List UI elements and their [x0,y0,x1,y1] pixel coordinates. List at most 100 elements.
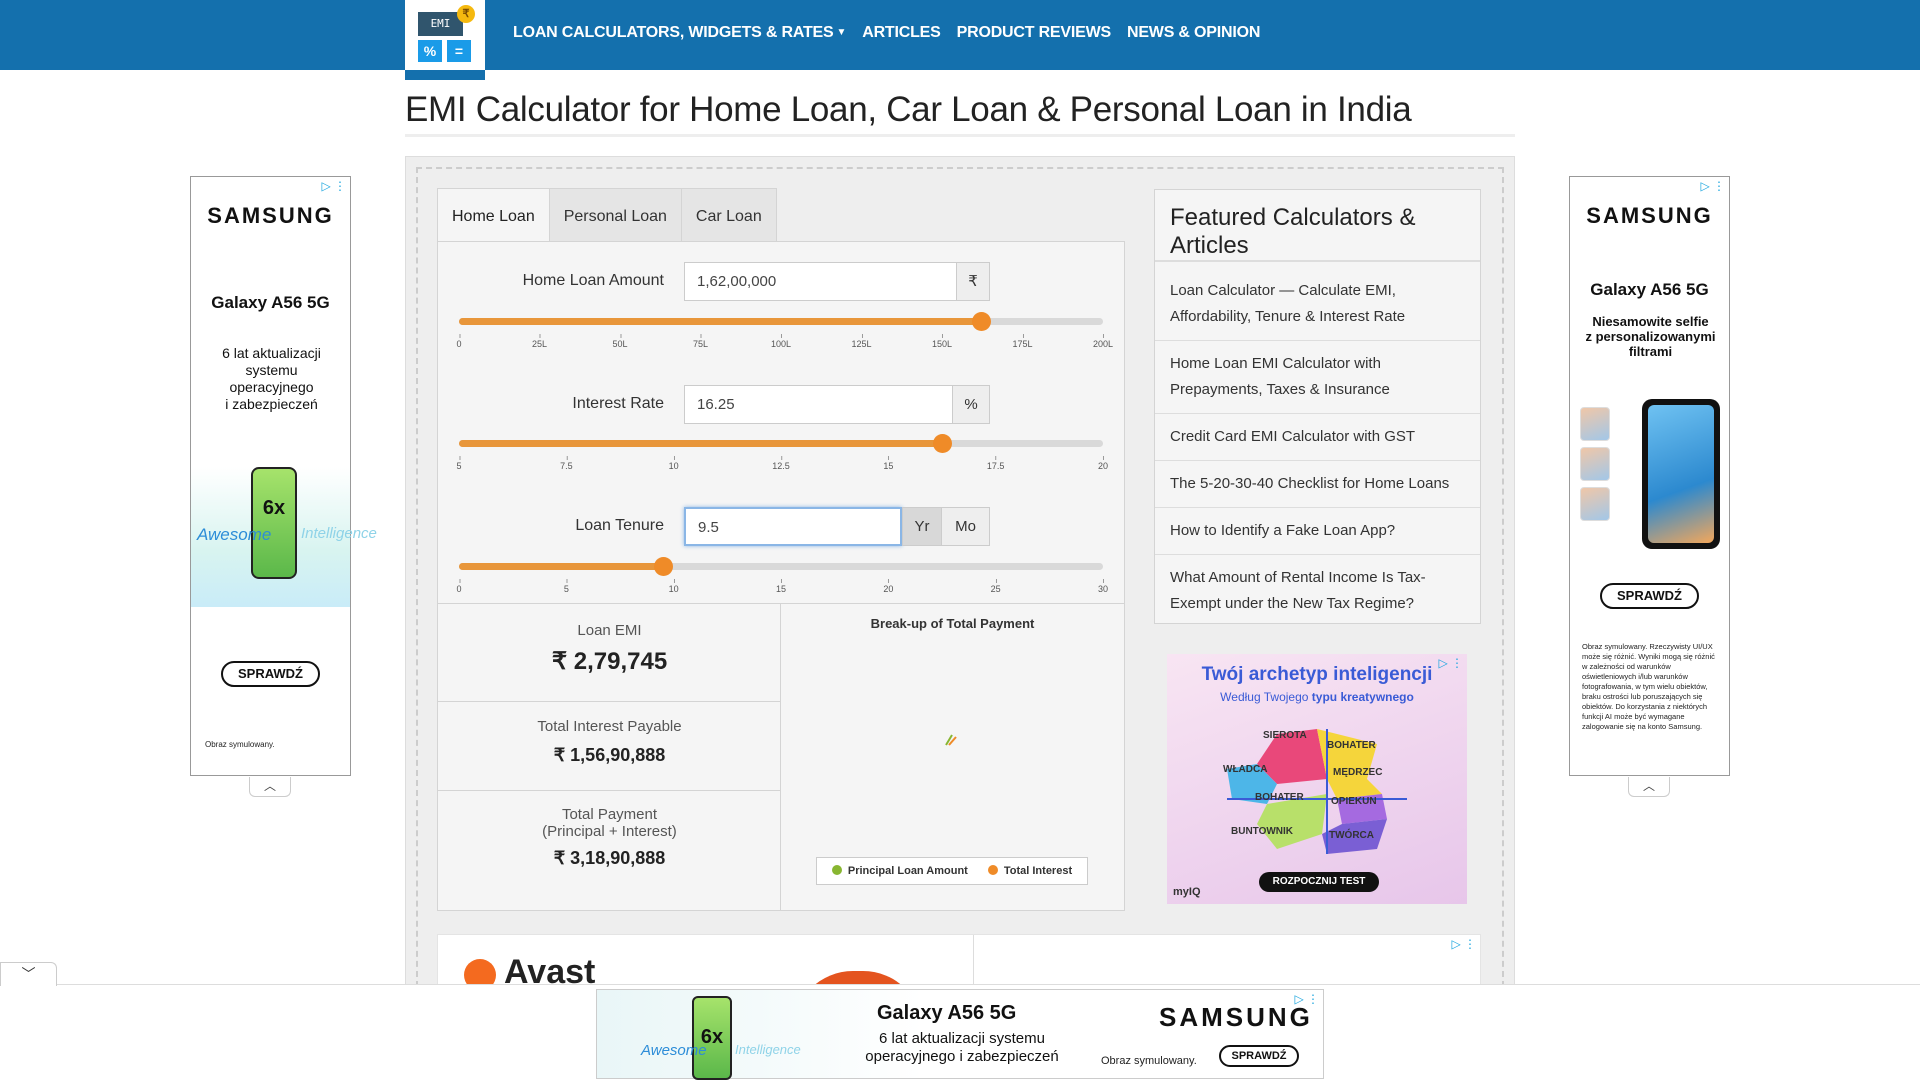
archetype-label: BOHATER [1255,792,1304,803]
amount-slider-handle[interactable] [971,312,991,331]
featured-title: Featured Calculators & Articles [1170,204,1416,259]
tenure-input[interactable]: 9.5 [684,507,902,546]
legend-interest[interactable]: Total Interest [987,865,1072,877]
chevron-down-icon[interactable]: ﹀ [0,962,57,986]
rate-slider-fill [459,440,942,447]
nav-product-reviews[interactable]: PRODUCT REVIEWS [957,24,1112,42]
tab-car-loan[interactable]: Car Loan [680,188,777,243]
archetype-label: WŁADCA [1223,764,1268,775]
ad-phone-image: 6x Awesome Intelligence [191,467,377,607]
ad-brand: SAMSUNG [1159,1002,1313,1032]
ad-selfie-image [1580,399,1720,549]
phone-icon: 6x [692,996,732,1080]
legend-label: Principal Loan Amount [847,865,968,877]
ad-cta-button[interactable]: SPRAWDŹ [221,661,320,687]
rate-label: Interest Rate [572,395,664,412]
tenure-month-toggle[interactable]: Mo [941,507,990,546]
slider-tick-label: 0 [456,334,462,349]
nav-label: LOAN CALCULATORS, WIDGETS & RATES [513,24,834,41]
slider-tick-label: 200L [1092,334,1114,349]
rupee-coin-icon: ₹ [457,5,475,23]
main-nav: LOAN CALCULATORS, WIDGETS & RATES ▼ ARTIC… [513,24,1260,42]
nav-loan-calculators[interactable]: LOAN CALCULATORS, WIDGETS & RATES ▼ [513,24,846,42]
right-side-ad[interactable]: ▷ ⋮ SAMSUNG Galaxy A56 5G Niesamowite se… [1569,176,1730,776]
ad-model: Galaxy A56 5G [877,1002,1017,1024]
slider-tick-label: 150L [931,334,953,349]
legend-principal[interactable]: Principal Loan Amount [831,865,968,877]
phone-6x-text: 6x [262,497,286,519]
rate-input[interactable]: 16.25 [684,385,953,424]
chart-title: Break-up of Total Payment [870,616,1035,631]
ad-copy-line: operacyjnego i zabezpieczeń [865,1048,1059,1065]
featured-link[interactable]: Credit Card EMI Calculator with GST [1155,414,1480,461]
tenure-year-toggle[interactable]: Yr [902,507,942,546]
archetype-label: BUNTOWNIK [1231,826,1294,837]
top-navbar: EMI ₹ % = LOAN CALCULATORS, WIDGETS & RA… [0,0,1920,80]
slider-tick-label: 12.5 [772,456,790,471]
percent-key-icon: % [418,40,442,62]
ad-disclaimer: Obraz symulowany. [1101,1055,1197,1067]
amount-ticks: 0 25L 50L 75L 100L 125L 150L 175L 200L [456,334,1113,355]
nav-news-opinion[interactable]: NEWS & OPINION [1127,24,1260,42]
ad-model: Galaxy A56 5G [1590,280,1709,299]
awesome-text: Awesome [197,525,272,544]
total-value: ₹ 3,18,90,888 [553,848,666,868]
left-side-ad[interactable]: ▷ ⋮ SAMSUNG Galaxy A56 5G 6 lat aktualiz… [190,176,377,776]
slider-tick-label: 25 [990,579,1001,594]
square-ad[interactable]: ▷ ⋮ Twój archetyp inteligencji Według Tw… [1167,654,1467,904]
emi-label: Loan EMI [577,622,642,639]
archetype-label: TWÓRCA [1329,830,1374,841]
featured-link[interactable]: How to Identify a Fake Loan App? [1155,508,1480,555]
nav-articles[interactable]: ARTICLES [862,24,941,42]
tenure-slider[interactable] [459,557,1103,576]
featured-link[interactable]: What Amount of Rental Income Is Tax-Exem… [1155,555,1480,627]
rate-slider[interactable] [459,434,1103,453]
interest-result: Total Interest Payable ₹ 1,56,90,888 [438,718,781,766]
slider-tick-label: 15 [883,456,894,471]
divider [438,790,781,791]
total-label: Total Payment [561,806,658,823]
bottom-sticky-ad[interactable]: ▷ ⋮ 6x Awesome Intelligence Galaxy A56 5… [596,989,1324,1080]
slider-tick-label: 25L [531,334,548,349]
tab-personal-loan[interactable]: Personal Loan [548,188,682,243]
slider-tick-label: 50L [612,334,628,349]
chevron-up-icon[interactable]: ︿ [249,777,291,797]
amount-slider[interactable] [459,312,1103,331]
total-sublabel: (Principal + Interest) [542,823,677,840]
ad-copy: Niesamowite selfie z personalizowanymi f… [1578,314,1723,359]
ad-copy-line: i zabezpieczeń [225,396,318,412]
ad-cta-button[interactable]: SPRAWDŹ [1219,1045,1299,1067]
ad-title: Twój archetyp inteligencji [1201,664,1433,685]
percent-addon: % [952,385,990,424]
ad-brand: SAMSUNG [1586,203,1713,228]
phone-icon: 6x [251,467,297,579]
featured-link[interactable]: Loan Calculator — Calculate EMI, Afforda… [1155,268,1480,341]
emi-result: Loan EMI ₹ 2,79,745 [438,622,781,676]
featured-link[interactable]: Home Loan EMI Calculator with Prepayment… [1155,341,1480,414]
chevron-up-icon[interactable]: ︿ [1628,777,1670,797]
tab-home-loan[interactable]: Home Loan [437,188,550,243]
ad-subtitle: Według Twojego typu kreatywnego [1167,690,1467,704]
amount-slider-fill [459,318,981,325]
ad-copy: 6 lat aktualizacji systemu operacyjnego … [842,1030,1082,1066]
pie-chart-loading [945,734,957,746]
site-logo[interactable]: EMI ₹ % = [405,0,485,80]
results-summary: Loan EMI ₹ 2,79,745 Total Interest Payab… [438,604,781,911]
ad-cta-button[interactable]: SPRAWDŹ [1600,583,1699,609]
featured-link[interactable]: The 5-20-30-40 Checklist for Home Loans [1155,461,1480,508]
chart-legend: Principal Loan Amount Total Interest [816,857,1088,885]
slider-tick-label: 17.5 [986,456,1005,471]
ad-choices-icon[interactable]: ▷ ⋮ [1700,179,1725,193]
ad-copy-line: 6 lat aktualizacji [222,345,321,361]
slider-tick-label: 5 [563,579,569,594]
ad-choices-icon[interactable]: ▷ ⋮ [1451,937,1476,951]
rate-slider-handle[interactable] [933,434,952,453]
ad-choices-icon[interactable]: ▷ ⋮ [321,179,346,193]
ad-cta-button[interactable]: ROZPOCZNIJ TEST [1259,872,1379,892]
tenure-slider-handle[interactable] [653,557,673,576]
archetype-label: BOHATER [1327,740,1376,751]
amount-input[interactable]: 1,62,00,000 [684,262,957,301]
divider [1155,260,1480,262]
archetype-map [1227,729,1407,854]
archetype-label: OPIEKUN [1331,796,1377,807]
